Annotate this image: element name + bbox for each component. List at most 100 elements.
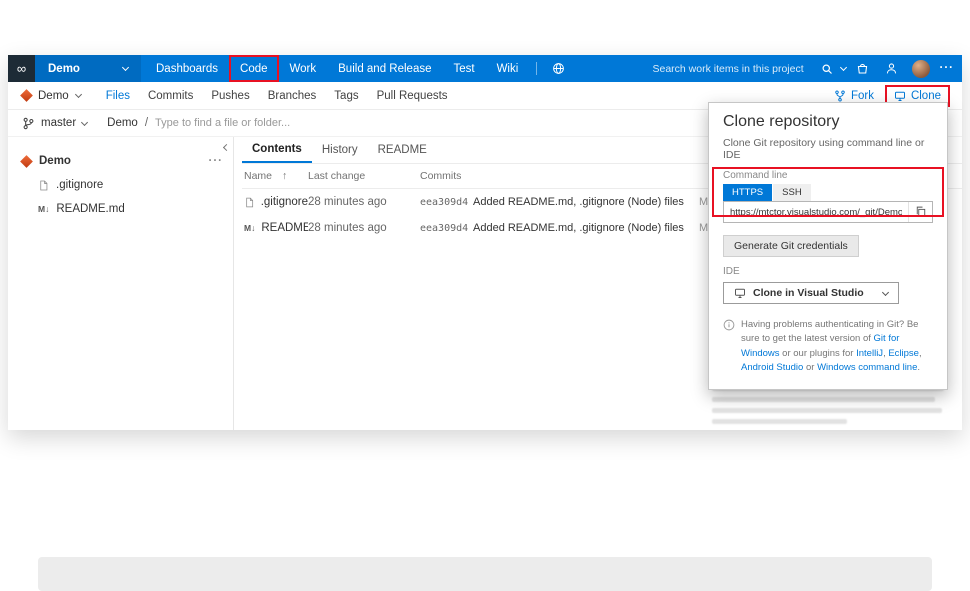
person-icon	[886, 63, 896, 74]
clone-icon	[894, 91, 905, 101]
sort-ascending-icon: ↑	[282, 170, 288, 182]
commit-message: Added README.md, .gitignore (Node) files	[473, 222, 684, 234]
nav-item-wiki[interactable]: Wiki	[486, 55, 530, 82]
search-box	[652, 59, 847, 79]
breadcrumb-separator: /	[144, 117, 149, 129]
commit-hash-link[interactable]: eea309d4	[420, 223, 473, 234]
tree-item-label: README.md	[56, 203, 125, 215]
code-tabs: Files Commits Pushes Branches Tags Pull …	[97, 90, 457, 102]
clone-url-box	[723, 201, 933, 223]
user-avatar[interactable]	[911, 59, 930, 78]
fork-label: Fork	[850, 89, 874, 102]
nav-item-code[interactable]: Code	[229, 55, 279, 82]
last-change-cell: 28 minutes ago	[308, 222, 387, 234]
header-name[interactable]: Name ↑	[244, 170, 308, 182]
branch-selector[interactable]: master	[22, 117, 89, 130]
browse-hubs-button[interactable]	[544, 55, 573, 82]
tree-item-readme[interactable]: M↓ README.md	[8, 197, 233, 221]
tab-tags[interactable]: Tags	[325, 90, 367, 102]
help-text: Having problems authenticating in Git? B…	[741, 318, 933, 375]
chevron-down-icon	[74, 90, 82, 99]
more-menu-button[interactable]: ···	[936, 62, 963, 76]
link-intellij[interactable]: IntelliJ	[856, 348, 883, 359]
file-name-cell[interactable]: M↓ README.md	[244, 222, 308, 234]
commit-hash-link[interactable]: eea309d4	[420, 197, 473, 208]
faded-line	[712, 419, 847, 424]
file-icon	[40, 180, 48, 190]
tab-commits[interactable]: Commits	[139, 90, 202, 102]
tab-history[interactable]: History	[312, 137, 368, 163]
nav-item-dashboards[interactable]: Dashboards	[145, 55, 229, 82]
generate-credentials-button[interactable]: Generate Git credentials	[723, 235, 859, 257]
search-options-chevron-icon[interactable]	[839, 63, 847, 72]
project-diamond-icon	[20, 154, 33, 168]
file-icon	[246, 197, 254, 207]
shopping-bag-icon	[857, 63, 867, 74]
find-file-input[interactable]	[155, 117, 396, 129]
tab-https[interactable]: HTTPS	[723, 184, 773, 201]
help-text-segment: ,	[918, 347, 922, 359]
tree-item-gitignore[interactable]: .gitignore	[8, 173, 233, 197]
vsts-logo[interactable]: ∞	[8, 55, 35, 82]
copy-url-button[interactable]	[908, 202, 932, 222]
file-name-cell[interactable]: .gitignore	[244, 196, 308, 209]
commit-message: Added README.md, .gitignore (Node) files	[473, 196, 684, 208]
clone-in-visual-studio-button[interactable]: Clone in Visual Studio	[723, 282, 899, 304]
header-commits[interactable]: Commits	[420, 170, 473, 182]
vsts-logo-glyph: ∞	[16, 61, 27, 76]
tab-ssh[interactable]: SSH	[773, 184, 811, 201]
tab-pushes[interactable]: Pushes	[202, 90, 258, 102]
clone-url-input[interactable]	[724, 206, 908, 218]
marketplace-button[interactable]	[848, 55, 877, 82]
hub-nav: Dashboards Code Work Build and Release T…	[145, 55, 573, 82]
tab-pull-requests[interactable]: Pull Requests	[368, 90, 457, 102]
panel-subtitle: Clone Git repository using command line …	[723, 137, 925, 161]
nav-item-work[interactable]: Work	[279, 55, 328, 82]
repo-selector[interactable]: Demo	[20, 89, 82, 102]
project-switcher[interactable]: Demo	[35, 55, 141, 82]
chevron-down-icon	[881, 288, 889, 296]
repo-selector-label: Demo	[38, 89, 69, 102]
nav-item-build-and-release[interactable]: Build and Release	[327, 55, 442, 82]
copy-icon	[916, 206, 925, 217]
tab-files[interactable]: Files	[97, 90, 139, 102]
background-window-fragment	[38, 557, 932, 591]
search-input[interactable]	[652, 62, 813, 75]
panel-title: Clone repository	[723, 113, 840, 130]
visual-studio-icon	[735, 288, 745, 298]
fork-icon	[835, 89, 845, 102]
tree-root-more-button[interactable]: ···	[209, 155, 224, 167]
chevron-down-icon	[121, 63, 130, 72]
clone-label: Clone	[910, 89, 941, 102]
file-name[interactable]: .gitignore	[261, 196, 308, 208]
breadcrumb-repo[interactable]: Demo	[107, 117, 138, 129]
tab-readme[interactable]: README	[368, 137, 437, 163]
nav-item-test[interactable]: Test	[442, 55, 485, 82]
tree-root-row[interactable]: Demo ···	[8, 149, 233, 173]
faded-line	[712, 408, 942, 413]
feedback-button[interactable]	[877, 55, 906, 82]
faded-text-artifact	[712, 386, 944, 430]
tree-root-label: Demo	[39, 155, 71, 167]
chevron-down-icon	[81, 118, 89, 126]
tab-branches[interactable]: Branches	[259, 90, 326, 102]
markdown-icon: M↓	[244, 223, 256, 233]
last-change-cell: 28 minutes ago	[308, 196, 387, 208]
search-button[interactable]	[813, 59, 841, 79]
tab-contents[interactable]: Contents	[242, 137, 312, 163]
link-windows-command-line[interactable]: Windows command line	[817, 362, 917, 373]
info-icon	[723, 319, 735, 331]
protocol-tabs: HTTPS SSH	[723, 184, 933, 201]
help-text-segment: .	[917, 361, 921, 373]
file-tree-sidebar: Demo ··· .gitignore M↓ README.md	[8, 137, 234, 430]
link-eclipse[interactable]: Eclipse	[888, 348, 919, 359]
header-last-change[interactable]: Last change	[308, 170, 420, 182]
collapse-sidebar-button[interactable]	[222, 142, 231, 154]
branch-icon	[23, 117, 34, 129]
command-line-label: Command line	[723, 170, 788, 181]
ide-label: IDE	[723, 266, 740, 277]
link-android-studio[interactable]: Android Studio	[741, 362, 803, 373]
file-name[interactable]: README.md	[261, 222, 308, 234]
project-diamond-icon	[20, 89, 33, 102]
tree-item-label: .gitignore	[56, 179, 104, 191]
